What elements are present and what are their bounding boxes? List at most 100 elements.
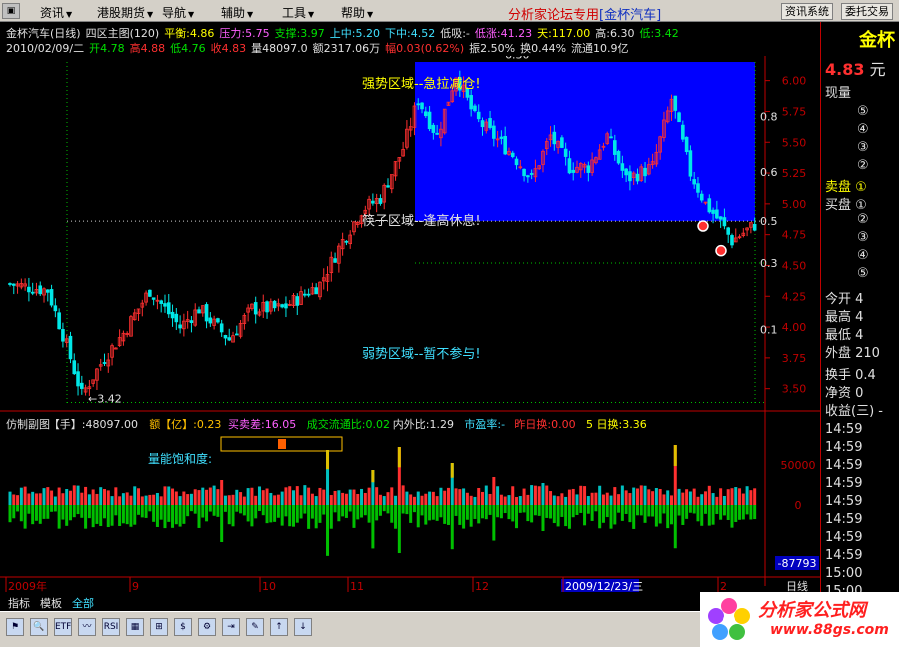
toolbar-tool-icon[interactable]: ↑ xyxy=(270,618,288,636)
volume-neg-bar xyxy=(700,505,704,526)
volume-neg-bar xyxy=(23,505,27,529)
tab-indicator[interactable]: 指标 xyxy=(8,595,30,611)
volume-neg-bar xyxy=(212,505,216,516)
volume-neg-bar xyxy=(465,505,469,520)
quote-row: 现量 xyxy=(825,86,852,101)
volume-neg-bar xyxy=(670,505,673,525)
volume-neg-bar xyxy=(337,505,341,522)
volume-bar xyxy=(541,483,545,505)
info-field: 开4.78 xyxy=(89,42,125,55)
candle-body xyxy=(635,173,640,182)
candle-body xyxy=(624,168,628,176)
volume-bar xyxy=(367,487,371,505)
toolbar-tool-icon[interactable]: ⚑ xyxy=(6,618,24,636)
volume-bar xyxy=(620,485,624,505)
volume-bar xyxy=(590,492,594,505)
toolbar-tool-icon[interactable]: 〰 xyxy=(78,618,96,636)
info-field: 换0.44% xyxy=(520,42,567,55)
volume-bar xyxy=(16,495,20,505)
price-tick-label: 4.25 xyxy=(782,290,807,303)
volume-bar xyxy=(68,490,72,505)
info-field: 流通10.9亿 xyxy=(571,42,629,55)
menu-nav[interactable]: 导航 ▼ xyxy=(162,4,194,21)
volume-neg-bar xyxy=(450,505,454,550)
volume-bar xyxy=(639,485,643,505)
volume-neg-bar xyxy=(288,505,292,527)
volume-neg-bar xyxy=(526,505,530,522)
menu-info[interactable]: 资讯 ▼ xyxy=(40,4,72,21)
candle-body xyxy=(38,285,43,295)
candle-body xyxy=(333,258,337,263)
toolbar-tool-icon[interactable]: ▦ xyxy=(126,618,144,636)
volume-bar xyxy=(594,492,598,505)
menu-assist[interactable]: 辅助 ▼ xyxy=(221,4,253,21)
volume-neg-bar xyxy=(704,505,708,514)
candle-body xyxy=(219,323,224,333)
volume-neg-bar xyxy=(307,505,311,529)
menu-info-label: 资讯 xyxy=(40,6,65,20)
toolbar-tool-icon[interactable]: RSI xyxy=(102,618,120,636)
volume-neg-bar xyxy=(446,505,450,525)
volume-neg-bar xyxy=(34,505,38,521)
toolbar-tool-icon[interactable]: ↓ xyxy=(294,618,312,636)
price-tick-label: 5.75 xyxy=(782,105,807,118)
tab-template[interactable]: 模板 xyxy=(40,595,62,611)
candle-body xyxy=(159,300,164,304)
volume-bar xyxy=(329,495,333,505)
volume-bar xyxy=(295,486,299,505)
volume-bar xyxy=(110,496,114,505)
toolbar-tool-icon[interactable]: 🔍 xyxy=(30,618,48,636)
volume-bar xyxy=(526,494,530,505)
toolbar-tool-icon[interactable]: ✎ xyxy=(246,618,264,636)
menu-tools[interactable]: 工具 ▼ xyxy=(282,4,314,21)
volume-neg-bar xyxy=(730,505,734,528)
volume-neg-bar xyxy=(635,505,639,516)
toolbar-tool-icon[interactable]: $ xyxy=(174,618,192,636)
toolbar-tool-icon[interactable]: ETF xyxy=(54,618,72,636)
trade-button[interactable]: 委托交易 xyxy=(841,3,893,20)
volume-neg-bar xyxy=(503,505,507,514)
info-field: 高:6.30 xyxy=(595,27,635,40)
price-tick-label: 4.00 xyxy=(782,321,807,334)
candle-body xyxy=(492,125,496,139)
toolbar-tool-icon[interactable]: ⚙ xyxy=(198,618,216,636)
volume-bar xyxy=(681,492,685,505)
volume-bar xyxy=(344,493,348,505)
main-chart[interactable]: 6.00 5.75 5.50 5.25 5.00 4.75 4.50 4.25 4.00 3.75… xyxy=(0,56,820,596)
candle-body xyxy=(49,289,54,306)
volume-bar xyxy=(212,485,216,505)
info-system-button[interactable]: 资讯系统 xyxy=(781,3,833,20)
volume-neg-bar xyxy=(299,505,303,519)
candle-body xyxy=(53,305,58,312)
toolbar-tool-icon[interactable]: ⊞ xyxy=(150,618,168,636)
volume-neg-bar xyxy=(598,505,602,529)
volume-bar xyxy=(220,480,224,505)
volume-bar xyxy=(265,488,269,505)
toolbar-tool-icon[interactable]: ⇥ xyxy=(222,618,240,636)
volume-neg-bar xyxy=(121,505,125,524)
info-field: 天:117.00 xyxy=(537,27,591,40)
volume-neg-bar xyxy=(8,505,12,523)
candle-body xyxy=(616,151,621,164)
menu-help[interactable]: 帮助 ▼ xyxy=(341,4,373,21)
volume-neg-bar xyxy=(276,505,280,518)
volume-bar xyxy=(31,491,35,505)
bottom-tabs: 指标 模板 全部 xyxy=(0,594,820,610)
volume-bar xyxy=(503,496,507,505)
system-menu-icon[interactable]: ▣ xyxy=(2,3,20,19)
menu-hk-futures[interactable]: 港股期货 ▼ xyxy=(97,4,153,21)
tab-all[interactable]: 全部 xyxy=(72,595,94,611)
volume-neg-bar xyxy=(167,505,171,522)
candle-body xyxy=(522,168,526,177)
volume-neg-bar xyxy=(257,505,261,512)
volume-bar xyxy=(469,495,473,505)
volume-bar xyxy=(208,487,212,505)
volume-bar xyxy=(216,489,220,505)
volume-bar xyxy=(613,487,617,505)
current-price-value: 4.83 xyxy=(825,60,865,79)
volume-bar xyxy=(152,494,156,505)
volume-bar xyxy=(318,487,322,505)
volume-neg-bar xyxy=(231,505,235,527)
volume-bar xyxy=(741,493,745,505)
info-field: 下中:4.52 xyxy=(385,27,436,40)
